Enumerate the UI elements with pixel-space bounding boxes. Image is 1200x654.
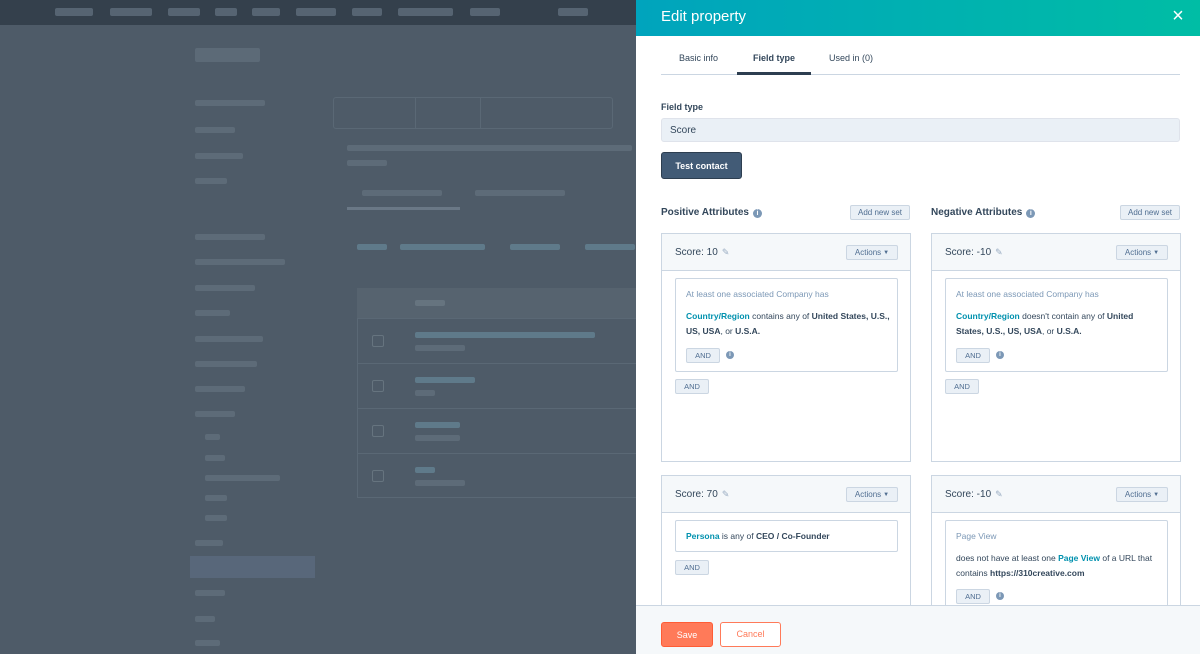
test-contact-button[interactable]: Test contact xyxy=(661,152,742,179)
negative-score-card: Score: -10 ✎ Actions ▼ At least one associ… xyxy=(931,233,1181,462)
caret-down-icon: ▼ xyxy=(1153,250,1160,256)
score-value: Score: 70 xyxy=(675,489,718,500)
caret-down-icon: ▼ xyxy=(883,250,890,256)
score-label: Score: -10 ✎ xyxy=(945,247,1003,258)
condition-text: does not have at least one Page View of … xyxy=(956,551,1166,581)
condition-values: CEO / Co-Founder xyxy=(755,531,830,541)
actions-label: Actions xyxy=(1124,248,1152,257)
property-link[interactable]: Persona xyxy=(686,531,720,541)
card-header: Score: 10 ✎ Actions ▼ xyxy=(662,234,910,271)
condition-box[interactable]: At least one associated Company has Coun… xyxy=(945,278,1168,372)
card-header: Score: 70 ✎ Actions ▼ xyxy=(662,476,910,513)
negative-attributes-label: Negative Attributes xyxy=(931,207,1023,218)
close-icon[interactable]: × xyxy=(1166,5,1190,29)
inner-and-button[interactable]: AND xyxy=(956,589,990,604)
or-text: , or xyxy=(1041,326,1057,336)
score-label: Score: 10 ✎ xyxy=(675,247,729,258)
property-tabs: Basic info Field type Used in (0) xyxy=(661,36,1180,75)
operator-text: is any of xyxy=(719,531,756,541)
panel-footer: Save Cancel xyxy=(636,605,1200,654)
negative-attributes-title: Negative Attributes i xyxy=(931,207,1036,218)
save-button[interactable]: Save xyxy=(661,622,713,647)
outer-and-button[interactable]: AND xyxy=(945,379,979,394)
condition-box[interactable]: Page View does not have at least one Pag… xyxy=(945,520,1168,616)
positive-attributes-title: Positive Attributes i xyxy=(661,207,762,218)
background-page-title xyxy=(195,48,260,62)
actions-label: Actions xyxy=(854,248,882,257)
inner-and-button[interactable]: AND xyxy=(956,348,990,363)
info-icon[interactable]: i xyxy=(1026,209,1036,218)
field-type-select[interactable]: Score xyxy=(661,118,1180,142)
positive-score-card: Score: 10 ✎ Actions ▼ At least one associa… xyxy=(661,233,911,462)
property-link[interactable]: Page View xyxy=(1058,553,1100,563)
condition-values: https://310creative.com xyxy=(990,568,1085,578)
score-label: Score: 70 ✎ xyxy=(675,489,729,500)
property-link[interactable]: Country/Region xyxy=(686,311,750,321)
condition-last-value: U.S.A. xyxy=(735,326,761,336)
property-link[interactable]: Country/Region xyxy=(956,311,1020,321)
actions-dropdown[interactable]: Actions ▼ xyxy=(1116,245,1168,260)
pencil-icon[interactable]: ✎ xyxy=(995,247,1003,258)
outer-and-button[interactable]: AND xyxy=(675,379,709,394)
condition-heading: At least one associated Company has xyxy=(686,289,829,299)
tab-used-in[interactable]: Used in (0) xyxy=(829,53,873,63)
pencil-icon[interactable]: ✎ xyxy=(722,489,730,500)
tab-basic-info[interactable]: Basic info xyxy=(679,53,718,63)
pencil-icon[interactable]: ✎ xyxy=(995,489,1003,500)
positive-score-card: Score: 70 ✎ Actions ▼ Persona is any of CE… xyxy=(661,475,911,615)
edit-property-panel: Edit property × Basic info Field type Us… xyxy=(636,0,1200,654)
actions-label: Actions xyxy=(1124,490,1152,499)
active-tab-indicator xyxy=(737,72,811,75)
positive-add-new-set-button[interactable]: Add new set xyxy=(850,205,910,220)
info-icon[interactable]: i xyxy=(726,351,734,359)
negative-score-card: Score: -10 ✎ Actions ▼ Page View does not … xyxy=(931,475,1181,616)
condition-prefix: does not have at least one xyxy=(956,553,1059,563)
caret-down-icon: ▼ xyxy=(1153,492,1160,498)
condition-text: Country/Region contains any of United St… xyxy=(686,309,891,339)
negative-add-new-set-button[interactable]: Add new set xyxy=(1120,205,1180,220)
card-header: Score: -10 ✎ Actions ▼ xyxy=(932,476,1180,513)
score-label: Score: -10 ✎ xyxy=(945,489,1003,500)
info-icon[interactable]: i xyxy=(996,351,1004,359)
score-value: Score: -10 xyxy=(945,489,992,500)
outer-and-button[interactable]: AND xyxy=(675,560,709,575)
inner-and-button[interactable]: AND xyxy=(686,348,720,363)
pencil-icon[interactable]: ✎ xyxy=(722,247,730,258)
info-icon[interactable]: i xyxy=(752,209,762,218)
condition-text: Country/Region doesn't contain any of Un… xyxy=(956,309,1161,339)
card-header: Score: -10 ✎ Actions ▼ xyxy=(932,234,1180,271)
panel-title: Edit property xyxy=(661,8,747,25)
caret-down-icon: ▼ xyxy=(883,492,890,498)
panel-header: Edit property × xyxy=(636,0,1200,36)
condition-heading: Page View xyxy=(956,531,997,541)
field-type-label: Field type xyxy=(661,102,704,112)
operator-text: doesn't contain any of xyxy=(1019,311,1107,321)
condition-heading: At least one associated Company has xyxy=(956,289,1099,299)
operator-text: contains any of xyxy=(749,311,812,321)
condition-text: Persona is any of CEO / Co-Founder xyxy=(686,529,891,544)
actions-label: Actions xyxy=(854,490,882,499)
condition-box[interactable]: At least one associated Company has Coun… xyxy=(675,278,898,372)
tab-field-type[interactable]: Field type xyxy=(753,53,795,63)
condition-last-value: U.S.A. xyxy=(1056,326,1082,336)
actions-dropdown[interactable]: Actions ▼ xyxy=(846,245,898,260)
score-value: Score: -10 xyxy=(945,247,992,258)
info-icon[interactable]: i xyxy=(996,592,1004,600)
actions-dropdown[interactable]: Actions ▼ xyxy=(846,487,898,502)
cancel-button[interactable]: Cancel xyxy=(720,622,781,647)
positive-attributes-label: Positive Attributes xyxy=(661,207,749,218)
score-value: Score: 10 xyxy=(675,247,718,258)
condition-box[interactable]: Persona is any of CEO / Co-Founder xyxy=(675,520,898,552)
actions-dropdown[interactable]: Actions ▼ xyxy=(1116,487,1168,502)
or-text: , or xyxy=(720,326,736,336)
